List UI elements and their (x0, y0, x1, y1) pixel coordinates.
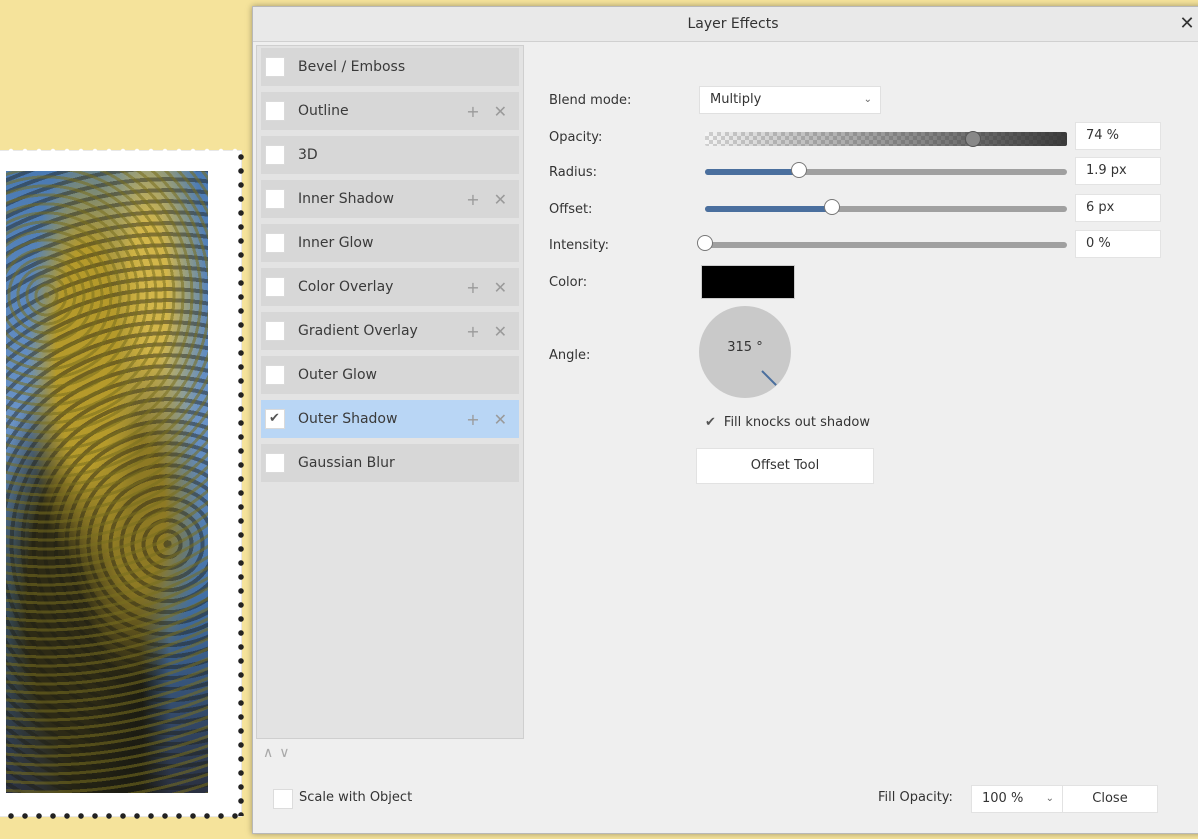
intensity-label: Intensity: (549, 238, 610, 253)
effect-label: Bevel / Emboss (298, 59, 406, 75)
angle-value: 315 ° (727, 340, 763, 355)
opacity-label: Opacity: (549, 130, 603, 145)
angle-label: Angle: (549, 348, 591, 363)
radius-slider[interactable] (705, 162, 1067, 178)
fill-opacity-select[interactable]: 100 % ⌄ (971, 785, 1063, 813)
remove-icon[interactable]: ✕ (494, 190, 507, 209)
effect-checkbox[interactable] (265, 233, 285, 253)
effects-list: Bevel / Emboss Outline + ✕ 3D Inner Shadow + ✕ I… (256, 45, 524, 739)
offset-tool-button[interactable]: Offset Tool (696, 448, 874, 484)
blend-mode-value: Multiply (710, 92, 762, 107)
angle-dial-handle[interactable] (761, 370, 777, 386)
effect-item[interactable]: Gaussian Blur (261, 444, 519, 482)
add-icon[interactable]: + (466, 410, 479, 429)
close-icon[interactable]: ✕ (1175, 7, 1198, 41)
offset-slider[interactable] (705, 199, 1067, 215)
blend-mode-select[interactable]: Multiply ⌄ (699, 86, 881, 114)
radius-slider-fill (705, 169, 800, 175)
fill-knocks-out-shadow-checkbox[interactable]: ✔ Fill knocks out shadow (705, 415, 870, 430)
scale-with-object-label: Scale with Object (299, 790, 413, 805)
effect-item[interactable]: Color Overlay + ✕ (261, 268, 519, 306)
add-icon[interactable]: + (466, 278, 479, 297)
close-button[interactable]: Close (1062, 785, 1158, 813)
effect-item[interactable]: Outline + ✕ (261, 92, 519, 130)
layer-effects-dialog: Layer Effects ✕ Bevel / Emboss Outline + ✕ 3… (252, 6, 1198, 834)
offset-slider-fill (705, 206, 832, 212)
dialog-titlebar: Layer Effects (253, 7, 1198, 42)
radius-slider-handle[interactable] (791, 162, 808, 178)
effect-label: Outline (298, 103, 349, 119)
effect-item[interactable]: Outer Glow (261, 356, 519, 394)
move-up-icon[interactable]: ∧ (263, 745, 279, 761)
effect-actions: + ✕ (466, 102, 507, 121)
intensity-slider[interactable] (697, 235, 1067, 251)
scale-with-object-checkbox[interactable] (273, 789, 293, 809)
offset-label: Offset: (549, 202, 593, 217)
checkmark-icon: ✔ (269, 411, 280, 426)
remove-icon[interactable]: ✕ (494, 322, 507, 341)
effect-checkbox[interactable] (265, 189, 285, 209)
effect-item[interactable]: 3D (261, 136, 519, 174)
remove-icon[interactable]: ✕ (494, 278, 507, 297)
effect-checkbox[interactable] (265, 453, 285, 473)
effect-label: Gaussian Blur (298, 455, 395, 471)
add-icon[interactable]: + (466, 190, 479, 209)
dialog-title: Layer Effects (687, 16, 779, 32)
add-icon[interactable]: + (466, 102, 479, 121)
tree-photo (6, 171, 208, 793)
effect-label: Inner Glow (298, 235, 374, 251)
effect-item[interactable]: Inner Glow (261, 224, 519, 262)
stamp-perforation-top (0, 148, 241, 154)
effect-actions: + ✕ (466, 410, 507, 429)
effect-item[interactable]: Inner Shadow + ✕ (261, 180, 519, 218)
remove-icon[interactable]: ✕ (494, 410, 507, 429)
effect-item[interactable]: ✔ Outer Shadow + ✕ (261, 400, 519, 438)
effect-label: Gradient Overlay (298, 323, 418, 339)
effect-checkbox[interactable] (265, 277, 285, 297)
offset-slider-handle[interactable] (823, 199, 840, 215)
opacity-slider[interactable] (705, 131, 1067, 147)
blend-mode-label: Blend mode: (549, 93, 632, 108)
intensity-field[interactable]: 0 % (1075, 230, 1161, 258)
effect-checkbox[interactable] (265, 57, 285, 77)
effect-actions: + ✕ (466, 190, 507, 209)
effect-checkbox[interactable] (265, 101, 285, 121)
effect-checkbox[interactable] (265, 321, 285, 341)
offset-field[interactable]: 6 px (1075, 194, 1161, 222)
effect-label: Outer Glow (298, 367, 377, 383)
add-icon[interactable]: + (466, 322, 479, 341)
intensity-slider-handle[interactable] (697, 235, 713, 251)
radius-label: Radius: (549, 165, 597, 180)
effect-checkbox[interactable]: ✔ (265, 409, 285, 429)
fill-opacity-label: Fill Opacity: (878, 790, 953, 805)
effect-actions: + ✕ (466, 322, 507, 341)
effect-label: Inner Shadow (298, 191, 394, 207)
effect-label: 3D (298, 147, 318, 163)
effect-actions: + ✕ (466, 278, 507, 297)
angle-dial[interactable]: 315 ° (699, 306, 791, 398)
effect-checkbox[interactable] (265, 365, 285, 385)
fill-knocks-out-shadow-label: Fill knocks out shadow (723, 415, 870, 430)
opacity-field[interactable]: 74 % (1075, 122, 1161, 150)
fill-opacity-value: 100 % (982, 791, 1024, 806)
effect-item[interactable]: Gradient Overlay + ✕ (261, 312, 519, 350)
stamp-image (0, 148, 245, 820)
reorder-arrows: ∧∨ (263, 745, 296, 761)
remove-icon[interactable]: ✕ (494, 102, 507, 121)
effect-checkbox[interactable] (265, 145, 285, 165)
chevron-down-icon: ⌄ (1045, 793, 1054, 804)
effect-label: Outer Shadow (298, 411, 398, 427)
shadow-color-swatch[interactable] (701, 265, 795, 299)
checkmark-icon: ✔ (705, 415, 716, 430)
effect-label: Color Overlay (298, 279, 394, 295)
stamp-perforation-right (237, 151, 245, 816)
radius-field[interactable]: 1.9 px (1075, 157, 1161, 185)
effect-item[interactable]: Bevel / Emboss (261, 48, 519, 86)
color-label: Color: (549, 275, 588, 290)
effect-settings-panel: Blend mode: Multiply ⌄ Opacity: 74 % Rad… (529, 43, 1198, 833)
opacity-slider-handle[interactable] (964, 131, 981, 147)
move-down-icon[interactable]: ∨ (279, 745, 295, 761)
stamp-perforation-bottom (0, 812, 241, 820)
chevron-down-icon: ⌄ (863, 94, 872, 105)
